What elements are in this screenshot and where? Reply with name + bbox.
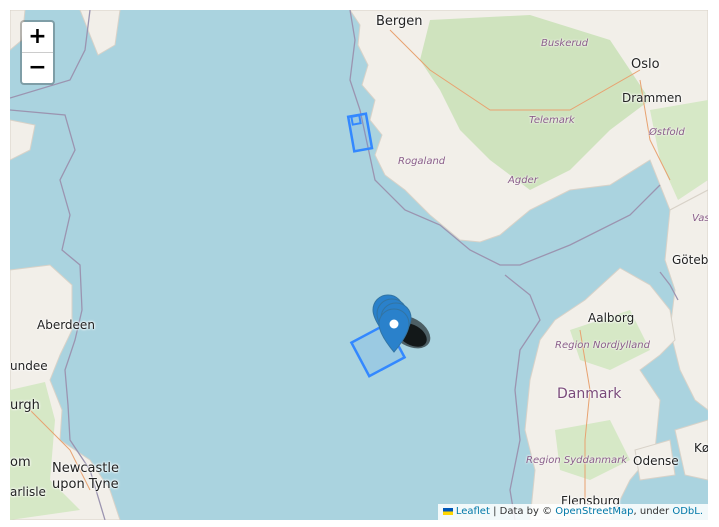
region-label-buskerud: Buskerud [541,38,589,49]
attribution: Leaflet | Data by © OpenStreetMap, under… [437,504,708,520]
region-label-nordjylland: Region Nordjylland [555,340,650,351]
city-label-newcastle-2: upon Tyne [52,477,119,492]
city-label-vas: Vas [692,213,708,224]
region-label-ostfold: Østfold [649,127,685,138]
city-label-dundee: undee [10,359,48,373]
country-label-danmark: Danmark [557,386,622,402]
leaflet-link[interactable]: Leaflet [456,506,490,517]
region-label-telemark: Telemark [529,115,575,126]
city-label-drammen: Drammen [622,91,682,105]
city-label-edinburgh: urgh [10,398,40,413]
city-label-aalborg: Aalborg [588,311,635,325]
attribution-text-1: | Data by © [489,506,556,517]
marker-cluster[interactable] [370,293,420,363]
zoom-out-button[interactable]: − [22,53,53,83]
city-label-bergen: Bergen [376,14,423,29]
zoom-in-button[interactable]: + [22,22,53,53]
zoom-control: + − [20,20,55,85]
city-label-odense: Odense [633,454,679,468]
region-label-rogaland: Rogaland [398,156,446,167]
city-label-aberdeen: Aberdeen [37,318,95,332]
city-label-newcastle: Newcastle [52,461,119,476]
openstreetmap-link[interactable]: OpenStreetMap [555,506,633,517]
region-label-agder: Agder [508,175,538,186]
odbl-link[interactable]: ODbL. [672,506,703,517]
region-label-syddanmark: Region Syddanmark [526,455,628,466]
city-label-om: om [10,455,31,470]
city-label-oslo: Oslo [631,57,660,72]
attribution-text-2: , under [633,506,673,517]
city-label-carlisle: arlisle [10,485,46,499]
city-label-ko: Kø [694,441,708,455]
map-canvas[interactable]: Bergen Oslo Drammen Götebo Aalborg Aberd… [10,10,708,520]
basemap [10,10,708,520]
ukraine-flag-icon [442,508,453,515]
map-marker-icon [372,294,412,353]
city-label-goteborg: Götebo [672,253,708,267]
